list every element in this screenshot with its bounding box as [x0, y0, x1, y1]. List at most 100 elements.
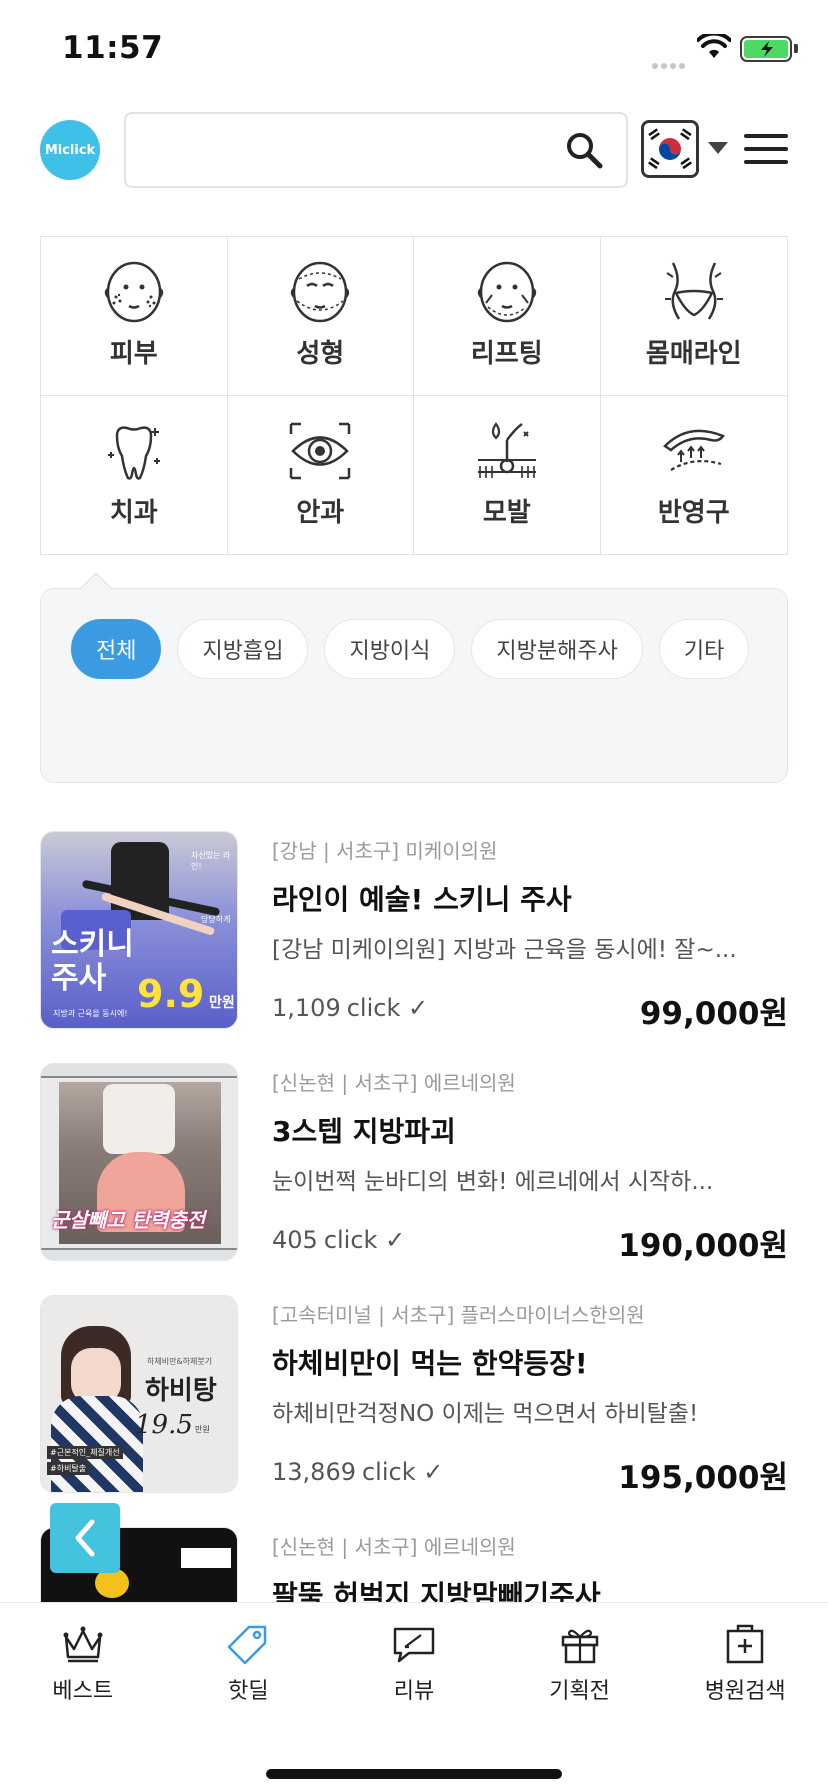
category-grid: 피부 성형 리프팅 몸매라인 치과 안과 모발 반영구 — [40, 236, 788, 555]
chevron-left-icon — [75, 1519, 95, 1557]
thumb-tag-text: #하비탈출 — [47, 1462, 90, 1475]
click-count-value: 13,869 — [272, 1458, 356, 1486]
deal-description: 하체비만걱정NO 이제는 먹으면서 하비탈출! — [272, 1401, 699, 1427]
category-label: 몸매라인 — [645, 339, 742, 369]
thumb-unit-text: 만원 — [195, 1425, 210, 1434]
click-unit: click ✓ — [361, 1458, 444, 1486]
category-label: 안과 — [296, 497, 345, 528]
search-box[interactable] — [124, 112, 628, 188]
tooth-icon — [107, 425, 160, 480]
click-count-value: 405 — [272, 1226, 318, 1254]
back-button[interactable] — [50, 1503, 120, 1573]
deal-thumbnail[interactable]: 하체비만&하체붓기 하비탕 19.5 만원 #근본적인_체질개선 #하비탈출 — [40, 1295, 238, 1493]
nav-label: 병원검색 — [704, 1679, 786, 1704]
category-label: 성형 — [296, 339, 345, 369]
deal-price: 195,000원 — [618, 1460, 788, 1496]
category-lifting[interactable]: 리프팅 — [414, 237, 601, 396]
category-semi-permanent[interactable]: 반영구 — [601, 396, 788, 555]
review-icon — [393, 1627, 435, 1663]
thumb-small-text: 하체비만&하체붓기 — [147, 1357, 213, 1366]
hospital-icon — [726, 1624, 764, 1664]
hamburger-menu-icon[interactable] — [744, 134, 788, 166]
thumb-top-text: 자신있는 라인! — [191, 851, 231, 871]
category-label: 모발 — [482, 497, 531, 528]
deal-location: [강남 | 서초구] 미케이의원 — [272, 839, 498, 863]
nav-review[interactable]: 리뷰 — [331, 1623, 497, 1713]
thumb-tag-text: 당당하게 — [201, 915, 231, 924]
chevron-down-icon[interactable] — [708, 142, 728, 154]
nav-hotdeal[interactable]: 핫딜 — [166, 1623, 332, 1713]
deal-description: [강남 미케이의원] 지방과 근육을 동시에! 잘~... — [272, 937, 737, 963]
deal-thumbnail[interactable]: 자신있는 라인! 당당하게 스키니 주사 9.9 만원 지방과 근육을 동시에! — [40, 831, 238, 1029]
thumb-tag-text: #근본적인_체질개선 — [47, 1446, 123, 1459]
deal-thumbnail[interactable]: 군살빼고 탄력충전 — [40, 1063, 238, 1261]
home-indicator[interactable] — [266, 1769, 562, 1779]
body-line-icon — [664, 262, 723, 320]
category-hair[interactable]: 모발 — [414, 395, 601, 554]
deal-title[interactable]: 3스텝 지방파괴 — [272, 1110, 788, 1150]
thumb-unit-text: 만원 — [209, 995, 235, 1011]
nav-exhibition[interactable]: 기획전 — [497, 1623, 663, 1713]
deal-location: [신논현 | 서초구] 에르네의원 — [272, 1535, 516, 1559]
app-logo[interactable]: Miclick — [37, 117, 103, 183]
status-bar: 11:57 — [0, 0, 828, 100]
category-dental[interactable]: 치과 — [41, 395, 228, 554]
deal-title[interactable]: 라인이 예술! 스키니 주사 — [272, 878, 788, 918]
subcategory-filter-panel: 전체 지방흡입 지방이식 지방분해주사 기타 — [40, 572, 788, 783]
deal-item[interactable]: 자신있는 라인! 당당하게 스키니 주사 9.9 만원 지방과 근육을 동시에!… — [40, 831, 788, 1032]
search-input[interactable] — [126, 114, 546, 184]
category-label: 피부 — [109, 339, 158, 369]
deal-click-count: 1,109 click ✓ — [272, 994, 428, 1022]
face-skin-icon — [104, 261, 163, 323]
category-eye[interactable]: 안과 — [228, 395, 414, 554]
thumb-big-text: 하비탕 — [145, 1376, 217, 1406]
deal-description: 눈이번쩍 눈바디의 변화! 에르네에서 시작하... — [272, 1169, 714, 1195]
deal-item[interactable]: 하체비만&하체붓기 하비탕 19.5 만원 #근본적인_체질개선 #하비탈출 [… — [40, 1295, 788, 1496]
filter-chip-etc[interactable]: 기타 — [658, 619, 750, 679]
deal-location: [고속터미널 | 서초구] 플러스마이너스한의원 — [272, 1303, 645, 1327]
hair-icon — [477, 421, 536, 478]
deal-click-count: 13,869 click ✓ — [272, 1458, 443, 1486]
click-count-value: 1,109 — [272, 994, 341, 1022]
category-surgery[interactable]: 성형 — [227, 237, 414, 396]
nav-label: 핫딜 — [228, 1679, 269, 1704]
search-icon[interactable] — [564, 130, 604, 170]
filter-chip-all[interactable]: 전체 — [71, 619, 162, 679]
category-skin[interactable]: 피부 — [41, 237, 228, 396]
cellular-signal-icon — [652, 54, 688, 73]
status-time: 11:57 — [62, 30, 164, 66]
nav-label: 베스트 — [52, 1679, 114, 1704]
face-surgery-icon — [291, 261, 350, 323]
filter-chip-liposuction[interactable]: 지방흡입 — [177, 619, 309, 679]
bottom-navigation: 베스트 핫딜 리뷰 기획전 병원검색 — [0, 1602, 828, 1792]
nav-label: 리뷰 — [393, 1679, 435, 1704]
gift-icon — [561, 1629, 598, 1664]
click-unit: click ✓ — [323, 1226, 406, 1254]
eyebrow-icon — [662, 429, 725, 471]
korea-flag-icon[interactable] — [641, 120, 699, 178]
crown-icon — [63, 1626, 103, 1663]
thumb-price-text: 19.5 — [135, 1410, 193, 1440]
thumb-sub-text: 지방과 근육을 동시에! — [53, 1009, 128, 1018]
thumb-big-text: 스키니 주사 — [51, 927, 134, 996]
filter-chip-fat-dissolve[interactable]: 지방분해주사 — [471, 619, 643, 679]
battery-icon — [740, 36, 798, 62]
deal-location: [신논현 | 서초구] 에르네의원 — [272, 1071, 516, 1095]
thumb-price-text: 9.9 — [137, 972, 205, 1016]
category-label: 치과 — [109, 497, 158, 528]
deal-price: 99,000원 — [639, 996, 788, 1032]
app-header: Miclick — [0, 110, 828, 188]
nav-hospital-search[interactable]: 병원검색 — [662, 1623, 828, 1713]
category-label: 리프팅 — [470, 339, 543, 369]
deal-item[interactable]: 군살빼고 탄력충전 [신논현 | 서초구] 에르네의원 3스텝 지방파괴 눈이번… — [40, 1063, 788, 1264]
nav-label: 기획전 — [549, 1679, 610, 1704]
deal-click-count: 405 click ✓ — [272, 1226, 405, 1254]
face-lifting-icon — [477, 261, 536, 323]
nav-best[interactable]: 베스트 — [0, 1623, 166, 1713]
category-body-line[interactable]: 몸매라인 — [600, 237, 787, 396]
filter-chip-fat-graft[interactable]: 지방이식 — [324, 619, 456, 679]
panel-pointer — [80, 572, 112, 604]
thumb-overlay-text: 군살빼고 탄력충전 — [51, 1208, 206, 1232]
deal-title[interactable]: 하체비만이 먹는 한약등장! — [272, 1342, 788, 1382]
tag-icon — [228, 1625, 267, 1665]
